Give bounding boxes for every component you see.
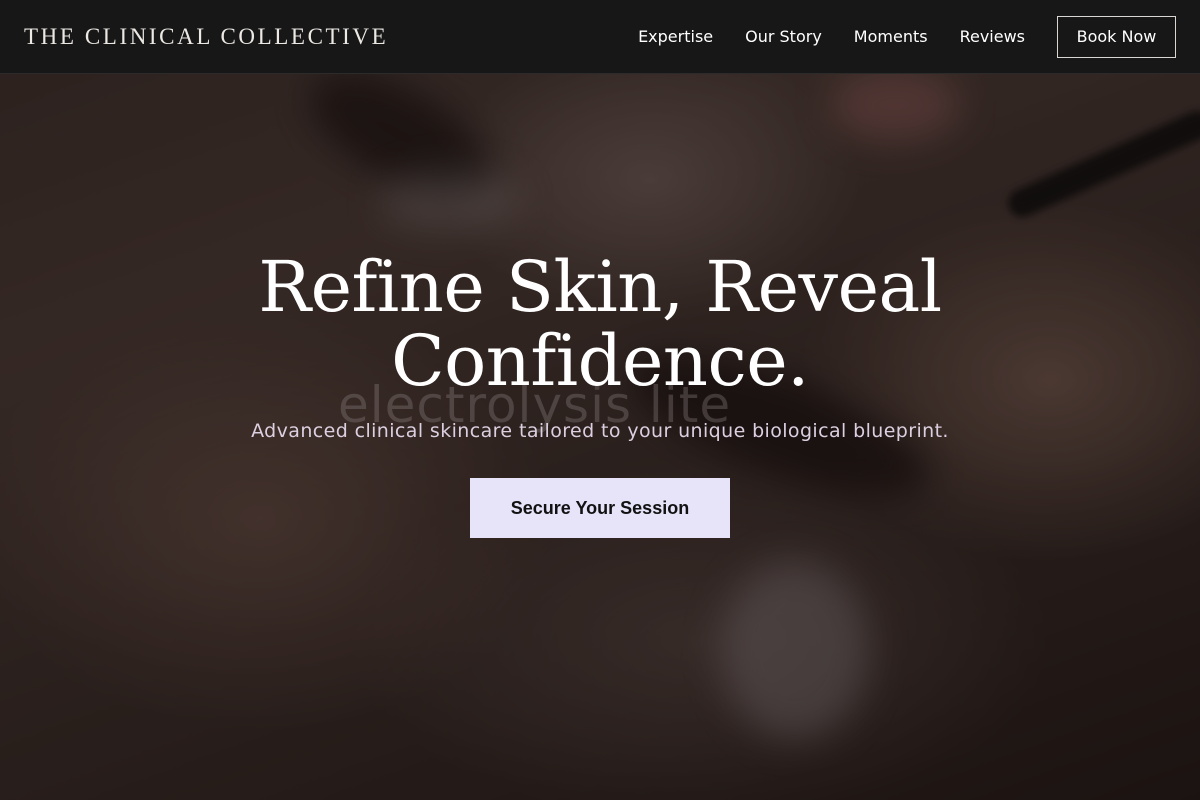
hero-headline: Refine Skin, Reveal Confidence. [258,250,942,398]
hero-headline-line-1: Refine Skin, Reveal [258,246,942,328]
brand-logo[interactable]: THE CLINICAL COLLECTIVE [24,24,388,50]
hero-headline-line-2: Confidence. [391,320,809,402]
nav-link-reviews[interactable]: Reviews [960,27,1025,46]
book-now-button[interactable]: Book Now [1057,15,1176,58]
nav-link-our-story[interactable]: Our Story [745,27,822,46]
hero-subheadline: Advanced clinical skincare tailored to y… [251,420,949,442]
nav-link-expertise[interactable]: Expertise [638,27,713,46]
site-header: THE CLINICAL COLLECTIVE Expertise Our St… [0,0,1200,74]
nav-link-moments[interactable]: Moments [854,27,928,46]
secure-session-button[interactable]: Secure Your Session [470,478,730,538]
hero-section: Refine Skin, Reveal Confidence. Advanced… [0,250,1200,538]
main-nav: Expertise Our Story Moments Reviews Book… [606,15,1176,58]
